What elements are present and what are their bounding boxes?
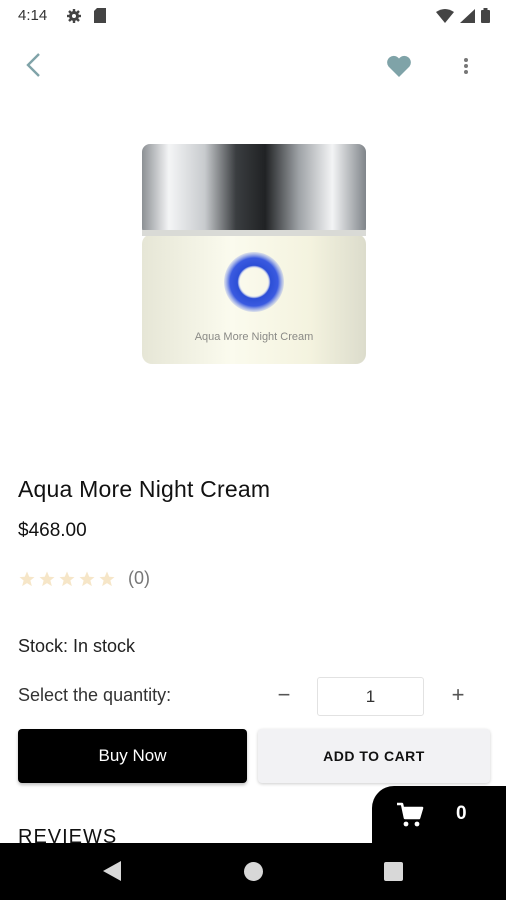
status-time: 4:14 — [18, 7, 48, 24]
status-bar: 4:14 — [0, 0, 506, 32]
star-rating — [18, 570, 116, 588]
quantity-label: Select the quantity: — [18, 685, 172, 705]
heart-icon — [387, 55, 411, 77]
add-to-cart-button[interactable]: ADD TO CART — [258, 729, 490, 783]
battery-icon — [481, 8, 490, 28]
cart-button[interactable]: 0 — [372, 786, 506, 844]
product-image: Aqua More Night Cream — [138, 140, 370, 368]
rating: (0) — [18, 568, 150, 589]
brand-logo-icon — [224, 252, 284, 312]
chevron-left-icon — [26, 53, 40, 77]
system-nav-bar — [0, 843, 506, 900]
gear-icon — [66, 8, 82, 29]
back-button[interactable] — [22, 52, 48, 78]
cart-count: 0 — [456, 803, 467, 824]
jar-label: Aqua More Night Cream — [195, 331, 314, 343]
star-icon — [59, 571, 75, 586]
quantity-decrease-button[interactable]: − — [272, 680, 296, 710]
nav-recents-button[interactable] — [384, 862, 403, 881]
star-icon — [99, 571, 115, 586]
more-vert-icon — [464, 58, 468, 74]
product-title: Aqua More Night Cream — [18, 476, 271, 502]
status-icons — [436, 8, 490, 28]
favorite-button[interactable] — [386, 54, 412, 78]
nav-back-button[interactable] — [103, 861, 121, 886]
stock-status: Stock: In stock — [18, 636, 136, 656]
star-icon — [39, 571, 55, 586]
rating-count: (0) — [128, 568, 150, 588]
quantity-increase-button[interactable]: + — [446, 680, 470, 710]
star-icon — [79, 571, 95, 586]
product-price: $468.00 — [18, 520, 87, 541]
cart-icon — [397, 802, 424, 827]
nav-home-button[interactable] — [244, 862, 263, 881]
star-icon — [19, 571, 35, 586]
signal-icon — [460, 8, 475, 28]
wifi-icon — [436, 8, 454, 28]
triangle-back-icon — [103, 861, 121, 881]
quantity-input[interactable] — [317, 677, 424, 716]
more-options-button[interactable] — [456, 54, 476, 78]
sd-card-icon — [94, 8, 106, 28]
buy-now-button[interactable]: Buy Now — [18, 729, 247, 783]
